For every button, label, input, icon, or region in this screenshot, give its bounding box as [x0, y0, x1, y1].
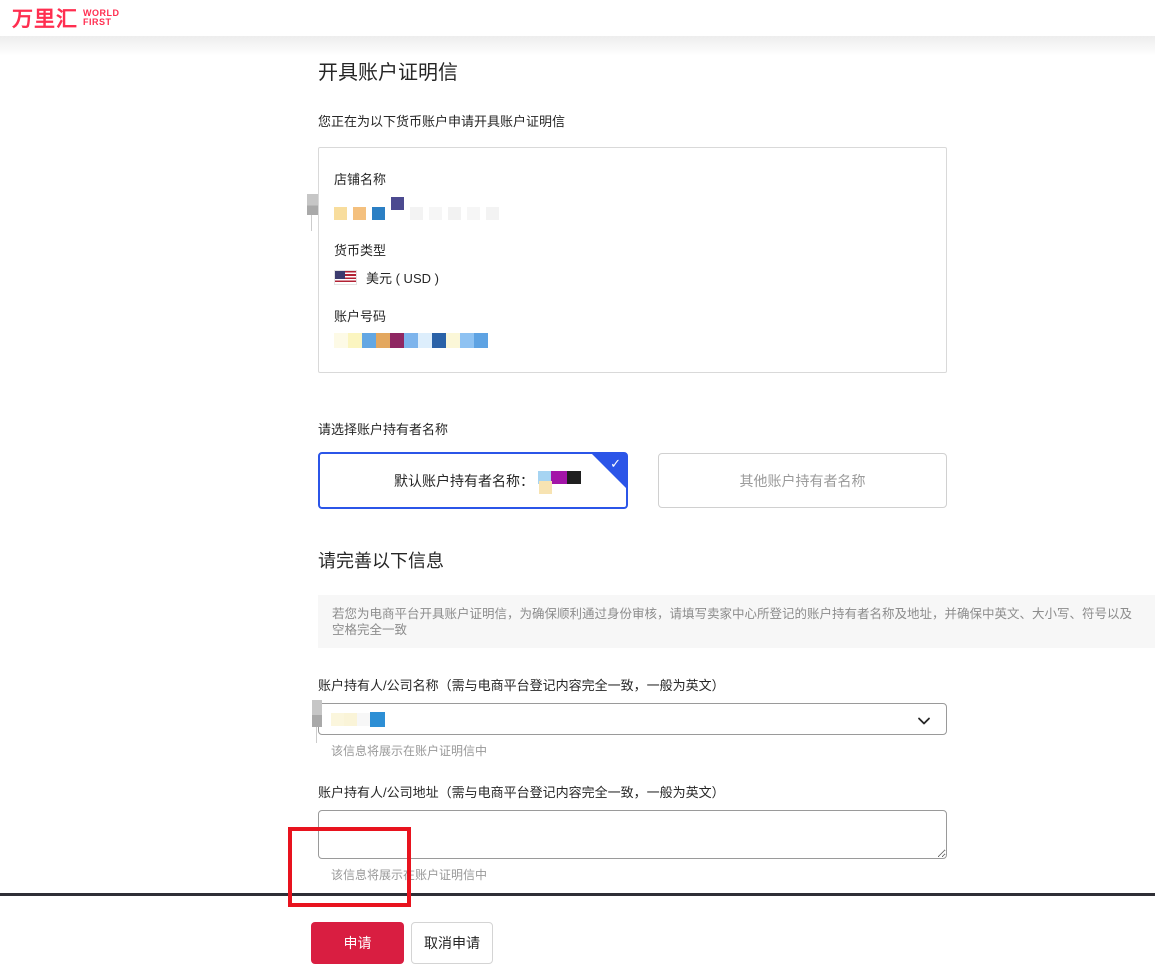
holder-option-cards: 默认账户持有者名称： ✓ 其他账户持有者名称 — [318, 452, 947, 509]
notice-banner: 若您为电商平台开具账户证明信，为确保顺利通过身份审核，请填写卖家中心所登记的账户… — [318, 595, 1155, 648]
shop-name-label: 店铺名称 — [334, 172, 387, 187]
redaction-block — [307, 194, 318, 231]
account-info-card: 店铺名称 货币类型 美元 ( USD ) 账户号码 — [307, 147, 947, 373]
action-buttons: 申请 取消申请 — [311, 922, 947, 964]
currency-value-row: 美元 ( USD ) — [334, 268, 931, 287]
holder-name-field-label: 账户持有人/公司名称（需与电商平台登记内容完全一致，一般为英文） — [318, 678, 725, 693]
top-header: 万里汇 WORLD FIRST — [0, 0, 1155, 36]
other-holder-label: 其他账户持有者名称 — [739, 472, 866, 489]
us-flag-icon — [334, 270, 357, 285]
account-number-label: 账户号码 — [334, 309, 387, 324]
page-subtitle: 您正在为以下货币账户申请开具账户证明信 — [318, 114, 566, 129]
holder-name-select[interactable] — [312, 700, 947, 743]
currency-value: 美元 ( USD ) — [366, 271, 439, 286]
form-section-title: 请完善以下信息 — [318, 551, 444, 571]
holder-name-helper: 该信息将展示在账户证明信中 — [331, 744, 488, 758]
default-holder-name-redacted — [538, 470, 581, 494]
logo-en-text: WORLD FIRST — [83, 8, 120, 27]
default-holder-option[interactable]: 默认账户持有者名称： ✓ — [318, 452, 628, 509]
redaction-block — [312, 700, 322, 743]
selected-corner-ribbon — [591, 453, 627, 489]
holder-select-label: 请选择账户持有者名称 — [318, 422, 449, 437]
currency-type-label: 货币类型 — [334, 243, 387, 258]
submit-button[interactable]: 申请 — [311, 922, 404, 964]
cancel-button[interactable]: 取消申请 — [411, 922, 493, 964]
holder-name-value-redacted — [331, 711, 385, 727]
account-number-redacted — [334, 333, 931, 348]
holder-address-field-label: 账户持有人/公司地址（需与电商平台登记内容完全一致，一般为英文） — [318, 785, 725, 800]
shop-name-redacted — [334, 194, 931, 220]
default-holder-label: 默认账户持有者名称： — [394, 472, 534, 489]
page-title: 开具账户证明信 — [318, 62, 458, 84]
header-shadow — [0, 36, 1155, 56]
check-icon: ✓ — [610, 456, 621, 471]
chevron-down-icon — [918, 717, 930, 725]
logo-cn-text: 万里汇 — [12, 8, 78, 31]
holder-address-helper: 该信息将展示在账户证明信中 — [331, 868, 488, 882]
other-holder-option[interactable]: 其他账户持有者名称 — [658, 453, 947, 508]
worldfirst-logo[interactable]: 万里汇 WORLD FIRST — [12, 3, 120, 33]
holder-address-input[interactable] — [318, 810, 947, 859]
main-content: 开具账户证明信 您正在为以下货币账户申请开具账户证明信 店铺名称 货币类型 美元… — [307, 56, 1155, 964]
